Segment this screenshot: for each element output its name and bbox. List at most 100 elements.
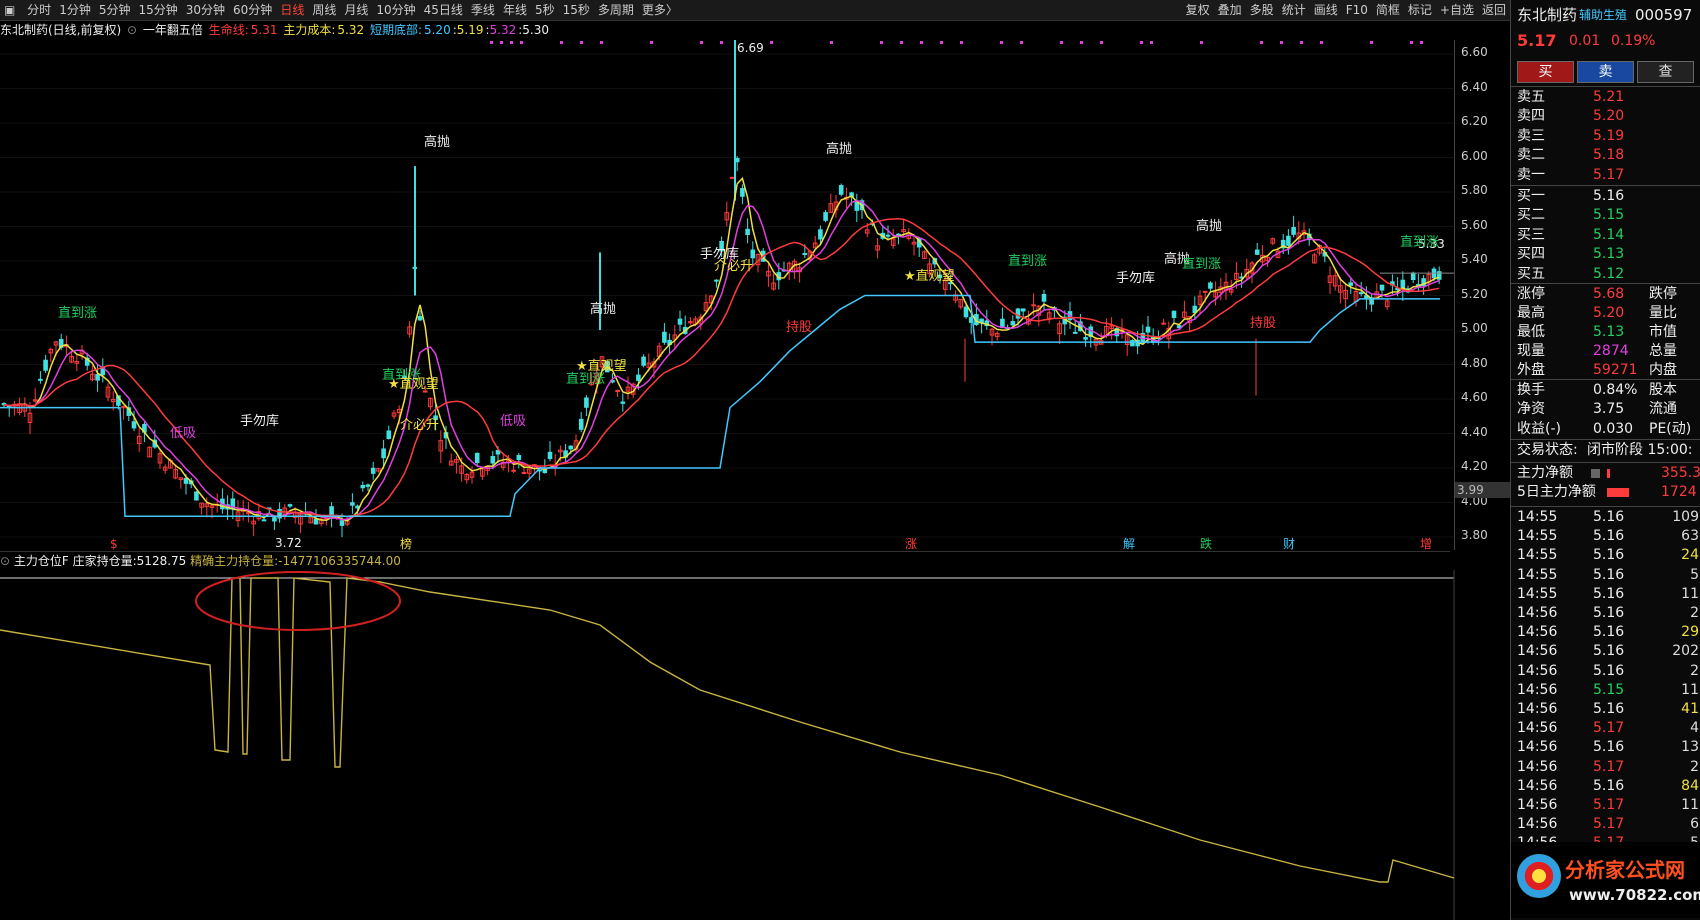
toolbar-action-9[interactable]: 返回 xyxy=(1478,0,1510,20)
period-tab-4[interactable]: 30分钟 xyxy=(182,0,229,20)
stat-label: 最低 xyxy=(1517,324,1545,340)
price-chart[interactable]: 6.693.725.33高抛高抛高抛高抛高抛手勿库手勿库手勿库持股 持股介必升介必… xyxy=(0,40,1454,550)
tick-volume: 84 xyxy=(1681,777,1699,794)
price-tick: 6.60 xyxy=(1461,45,1488,59)
tick-volume: 63 xyxy=(1681,528,1699,545)
tick-time: 14:56 xyxy=(1517,758,1558,775)
holding-label: 庄家持仓量: xyxy=(72,554,137,568)
trade-state-row: 交易状态: 闭市阶段 15:00: xyxy=(1511,441,1700,460)
trade-state-label: 交易状态: xyxy=(1517,442,1578,458)
signal-dot xyxy=(770,41,773,44)
stat2-label: 净资 xyxy=(1517,401,1545,418)
signal-dot xyxy=(720,41,723,44)
candle-body xyxy=(1171,310,1177,318)
stat-row: 最低 5.13 市值 xyxy=(1511,323,1700,342)
toolbar-action-4[interactable]: 画线 xyxy=(1310,0,1342,20)
precise-label: 精确主力持仓量: xyxy=(190,554,279,568)
indicator-info-line: ⊙ 主力仓位F 庄家持仓量:5128.75 精确主力持仓量:-147710633… xyxy=(0,551,1450,570)
indicator-chart[interactable] xyxy=(0,570,1510,920)
watermark-logo: 分析家公式网 www.70822.com xyxy=(1511,842,1700,918)
period-tab-12[interactable]: 年线 xyxy=(499,0,531,20)
tick-price: 5.16 xyxy=(1593,739,1625,756)
stat-row: 外盘 59271 内盘 xyxy=(1511,361,1700,380)
stock-title: 东北制药(日线,前复权) xyxy=(0,23,122,37)
candle-body xyxy=(1083,337,1088,340)
tick-volume: 2 xyxy=(1690,758,1699,775)
stat-value: 59271 xyxy=(1593,362,1638,378)
period-tab-2[interactable]: 5分钟 xyxy=(95,0,135,20)
candle-body xyxy=(339,520,345,526)
price-tick: 4.80 xyxy=(1461,355,1488,370)
toolbar-action-2[interactable]: 多股 xyxy=(1246,0,1278,20)
tick-time: 14:56 xyxy=(1517,662,1558,679)
sell-button[interactable]: 卖 xyxy=(1577,61,1634,83)
candle-body xyxy=(1202,290,1208,293)
toolbar-menu-icon[interactable]: ▣ xyxy=(0,0,19,20)
signal-dot xyxy=(600,41,603,44)
period-tab-5[interactable]: 60分钟 xyxy=(229,0,276,20)
period-tab-0[interactable]: 分时 xyxy=(23,0,55,20)
chart-annotation: $ xyxy=(110,537,118,550)
bid-level: 买二 5.15 xyxy=(1511,206,1700,225)
toolbar-action-5[interactable]: F10 xyxy=(1342,0,1372,20)
indicator-toggle-icon[interactable]: ⊙ xyxy=(127,23,137,37)
signal-dot xyxy=(1260,41,1263,44)
netflow-info-icon[interactable] xyxy=(1591,469,1600,478)
candle-body xyxy=(1020,308,1026,312)
trade-state-value: 闭市阶段 15:00: xyxy=(1587,442,1693,458)
stat-label: 涨停 xyxy=(1517,286,1545,302)
tick-time: 14:56 xyxy=(1517,816,1558,833)
panel-concept-tag[interactable]: 辅助生殖 xyxy=(1579,4,1627,26)
signal-dot xyxy=(1200,41,1203,44)
chart-annotation: 增 xyxy=(1420,537,1432,550)
candle-body xyxy=(1015,308,1021,319)
period-tab-10[interactable]: 45日线 xyxy=(420,0,467,20)
period-tab-9[interactable]: 10分钟 xyxy=(372,0,419,20)
toolbar-action-3[interactable]: 统计 xyxy=(1278,0,1310,20)
chart-annotation: 高抛 xyxy=(424,134,450,150)
signal-dot xyxy=(830,41,833,44)
holding-value: 5128.75 xyxy=(136,554,187,568)
candle-body xyxy=(95,374,100,381)
stat-right-label: 内盘 xyxy=(1649,362,1677,378)
toolbar-action-7[interactable]: 标记 xyxy=(1404,0,1436,20)
tick-price: 5.16 xyxy=(1593,509,1625,525)
period-tab-13[interactable]: 5秒 xyxy=(531,0,559,20)
tick-price: 5.17 xyxy=(1593,816,1625,833)
period-tab-15[interactable]: 多周期 xyxy=(594,0,638,20)
chart-annotation: 高抛 xyxy=(590,301,616,317)
candle-body xyxy=(1291,227,1296,235)
toolbar-action-8[interactable]: +自选 xyxy=(1436,0,1478,20)
query-button[interactable]: 查 xyxy=(1637,61,1694,83)
indicator-toggle-icon[interactable]: ⊙ xyxy=(0,554,10,568)
period-tab-6[interactable]: 日线 xyxy=(276,0,308,20)
ask-level: 卖一 5.17 xyxy=(1511,166,1700,185)
ask-label: 卖三 xyxy=(1517,127,1545,144)
indicator-sub-name[interactable]: 主力仓位F xyxy=(14,554,69,568)
tick-volume: 4 xyxy=(1690,720,1699,737)
toolbar-action-0[interactable]: 复权 xyxy=(1182,0,1214,20)
tick-row: 14:56 5.17 6 xyxy=(1511,815,1700,834)
signal-dot xyxy=(700,41,703,44)
indicator-name[interactable]: 一年翻五倍 xyxy=(143,23,203,37)
toolbar-action-6[interactable]: 简框 xyxy=(1372,0,1404,20)
stat-row: 最高 5.20 量比 xyxy=(1511,304,1700,323)
period-tab-7[interactable]: 周线 xyxy=(308,0,340,20)
period-tab-3[interactable]: 15分钟 xyxy=(134,0,181,20)
period-tab-11[interactable]: 季线 xyxy=(467,0,499,20)
candle-body xyxy=(963,306,969,318)
period-tab-1[interactable]: 1分钟 xyxy=(55,0,95,20)
chart-annotation: 直到涨 xyxy=(58,306,97,321)
tick-price: 5.16 xyxy=(1593,777,1625,794)
watermark-title: 分析家公式网 xyxy=(1565,858,1685,882)
netflow5-label: 5日主力净额 xyxy=(1517,484,1596,500)
toolbar-action-1[interactable]: 叠加 xyxy=(1214,0,1246,20)
highlight-ellipse xyxy=(195,571,401,631)
buy-button[interactable]: 买 xyxy=(1517,61,1574,83)
period-tab-16[interactable]: 更多〉 xyxy=(638,0,682,20)
tick-row: 14:56 5.16 29 xyxy=(1511,623,1700,642)
stat2-right-label: 流通 xyxy=(1649,401,1677,418)
bid-level: 买三 5.14 xyxy=(1511,226,1700,245)
period-tab-14[interactable]: 15秒 xyxy=(559,0,594,20)
period-tab-8[interactable]: 月线 xyxy=(340,0,372,20)
